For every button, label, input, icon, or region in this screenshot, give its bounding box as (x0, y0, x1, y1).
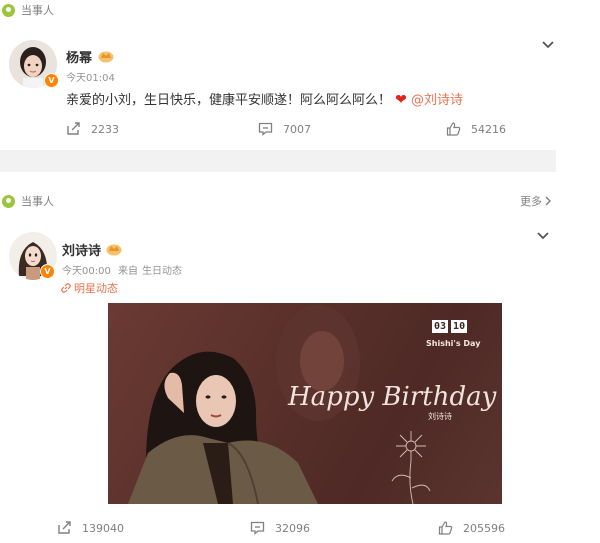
link-icon (61, 283, 71, 293)
crown-icon (98, 51, 114, 63)
verified-icon: V (40, 264, 55, 279)
date-badge: 03 10 (432, 320, 468, 333)
post-source[interactable]: 生日动态 (142, 266, 182, 277)
chevron-right-icon (545, 196, 551, 206)
comment-icon (258, 122, 273, 136)
post-time[interactable]: 今天01:04 (66, 69, 115, 84)
repost-icon (58, 521, 71, 534)
repost-button[interactable]: 2233 (66, 122, 119, 136)
tag-label: 当事人 (21, 195, 54, 208)
comment-button[interactable]: 7007 (258, 122, 311, 136)
card-name: 刘诗诗 (428, 412, 452, 421)
topic-label: 明星动态 (74, 282, 118, 295)
comment-icon (250, 521, 265, 535)
author-name[interactable]: 杨幂 (66, 47, 92, 66)
mention-link[interactable]: @刘诗诗 (411, 93, 463, 108)
tag-icon (2, 3, 15, 17)
post-text: 亲爱的小刘，生日快乐，健康平安顺遂！阿么阿么阿么！ ❤ @刘诗诗 (66, 89, 463, 108)
tag-label-row: 当事人 (2, 193, 54, 209)
author-name[interactable]: 刘诗诗 (62, 240, 101, 259)
repost-count: 139040 (82, 521, 124, 535)
source-prefix: 来自 (118, 266, 139, 277)
like-button[interactable]: 54216 (446, 122, 506, 136)
post-time[interactable]: 今天00:00 (62, 266, 111, 277)
post-meta: 今天00:00 来自 生日动态 (62, 262, 186, 277)
comment-count: 32096 (275, 521, 310, 535)
tag-label-row: 当事人 (2, 2, 54, 18)
like-count: 205596 (463, 521, 505, 535)
more-link[interactable]: 更多 (520, 193, 552, 209)
svg-text:Happy Birthday: Happy Birthday (287, 382, 497, 412)
more-label: 更多 (520, 195, 542, 208)
tag-icon (2, 194, 15, 208)
like-count: 54216 (471, 122, 506, 136)
chevron-down-icon[interactable] (536, 231, 550, 241)
card-subtitle: Shishi's Day (426, 339, 481, 348)
date-month: 03 (432, 320, 449, 333)
tag-label: 当事人 (21, 4, 54, 17)
birthday-image[interactable]: 03 10 Shishi's Day Happy Birthday 刘诗诗 (108, 303, 502, 504)
comment-count: 7007 (283, 122, 311, 136)
verified-icon: V (44, 73, 59, 88)
like-button[interactable]: 205596 (438, 521, 505, 535)
post-body: 亲爱的小刘，生日快乐，健康平安顺遂！阿么阿么阿么！ (66, 93, 392, 108)
script-title: Happy Birthday (287, 382, 497, 412)
repost-button[interactable]: 139040 (57, 521, 124, 535)
heart-icon: ❤ (395, 92, 407, 108)
repost-icon (67, 122, 80, 135)
chevron-down-icon[interactable] (541, 40, 555, 50)
topic-link[interactable]: 明星动态 (60, 280, 118, 296)
comment-button[interactable]: 32096 (250, 521, 310, 535)
repost-count: 2233 (91, 122, 119, 136)
date-day: 10 (451, 320, 468, 333)
like-icon (446, 122, 461, 136)
post-separator (0, 150, 556, 172)
like-icon (438, 521, 453, 535)
crown-icon (106, 244, 122, 256)
